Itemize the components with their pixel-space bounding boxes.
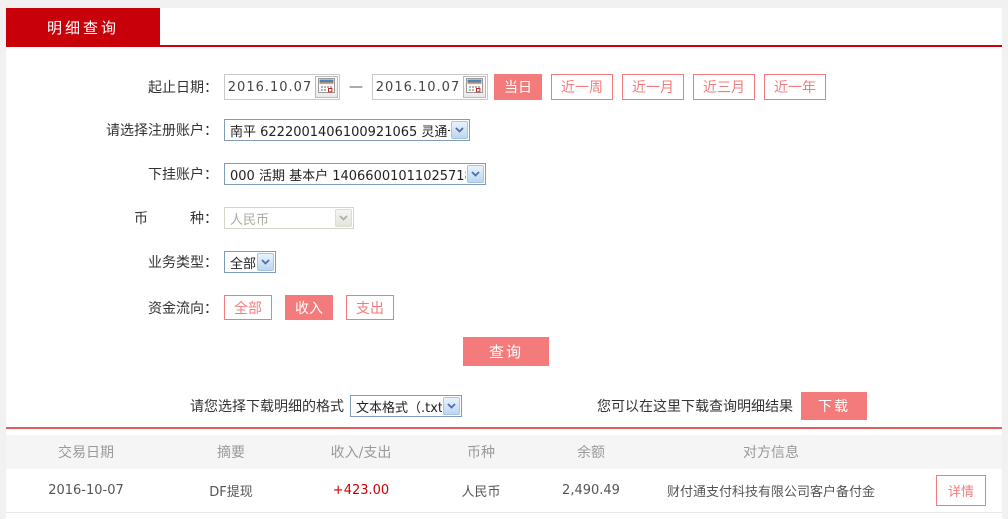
quick-range-year-button[interactable]: 近一年 bbox=[764, 74, 826, 100]
start-date-value[interactable]: 2016.10.07 bbox=[225, 80, 315, 95]
header-date: 交易日期 bbox=[58, 445, 114, 461]
table-top-divider bbox=[6, 427, 1002, 429]
sub-account-row: 下挂账户： 000 活期 基本户 1406600101102571848 bbox=[6, 163, 486, 185]
fund-flow-row: 资金流向： 全部 收入 支出 bbox=[6, 295, 394, 320]
date-range-row: 起止日期： 2016.10.07 — 2016.10.07 当日 近一周 近一月… bbox=[6, 74, 826, 100]
chevron-down-icon bbox=[451, 121, 468, 139]
tab-underline bbox=[6, 45, 1002, 47]
fund-flow-expense-button[interactable]: 支出 bbox=[346, 295, 394, 320]
end-date-value[interactable]: 2016.10.07 bbox=[373, 80, 463, 95]
calendar-icon bbox=[318, 77, 335, 97]
registered-account-select[interactable]: 南平 6222001406100921065 灵通卡 bbox=[224, 119, 470, 141]
download-format-select[interactable]: 文本格式（.txt） bbox=[350, 395, 462, 417]
sub-account-select[interactable]: 000 活期 基本户 1406600101102571848 bbox=[224, 163, 486, 185]
registered-account-label: 请选择注册账户： bbox=[106, 123, 218, 139]
quick-range-month-button[interactable]: 近一月 bbox=[622, 74, 684, 100]
calendar-icon bbox=[466, 77, 483, 97]
chevron-down-icon bbox=[335, 209, 352, 227]
fund-flow-income-button[interactable]: 收入 bbox=[285, 295, 333, 320]
header-currency: 币种 bbox=[467, 445, 495, 461]
fund-flow-all-button[interactable]: 全部 bbox=[224, 295, 272, 320]
end-date-input[interactable]: 2016.10.07 bbox=[372, 74, 488, 100]
header-amount: 收入/支出 bbox=[330, 445, 392, 461]
registered-account-value: 南平 6222001406100921065 灵通卡 bbox=[230, 124, 450, 140]
table-row: 2016-10-07 DF提现 +423.00 人民币 2,490.49 财付通… bbox=[6, 469, 1002, 513]
sub-account-label: 下挂账户： bbox=[148, 167, 218, 183]
business-type-value: 全部 bbox=[230, 256, 256, 272]
table-header-row: 交易日期 摘要 收入/支出 币种 余额 对方信息 bbox=[6, 435, 1002, 469]
download-row: 请您选择下载明细的格式 文本格式（.txt） 您可以在这里下载查询明细结果 下载 bbox=[190, 392, 867, 420]
currency-value: 人民币 bbox=[230, 212, 270, 228]
cell-summary: DF提现 bbox=[209, 485, 253, 500]
quick-range-today-button[interactable]: 当日 bbox=[494, 74, 542, 100]
sub-account-value: 000 活期 基本户 1406600101102571848 bbox=[230, 168, 466, 184]
fund-flow-label: 资金流向： bbox=[148, 300, 218, 317]
cell-date: 2016-10-07 bbox=[48, 483, 124, 498]
registered-account-row: 请选择注册账户： 南平 6222001406100921065 灵通卡 bbox=[6, 119, 470, 141]
date-separator: — bbox=[349, 79, 363, 95]
download-format-label: 请您选择下载明细的格式 bbox=[190, 399, 344, 415]
cell-balance: 2,490.49 bbox=[562, 483, 620, 498]
query-button[interactable]: 查询 bbox=[463, 337, 549, 366]
cell-currency: 人民币 bbox=[461, 485, 501, 500]
download-format-value: 文本格式（.txt） bbox=[356, 400, 442, 416]
end-date-calendar-button[interactable] bbox=[463, 76, 486, 98]
chevron-down-icon bbox=[467, 165, 484, 183]
currency-label: 币 种： bbox=[134, 211, 218, 227]
business-type-row: 业务类型： 全部 bbox=[6, 251, 276, 273]
date-range-label: 起止日期： bbox=[148, 80, 218, 96]
start-date-input[interactable]: 2016.10.07 bbox=[224, 74, 340, 100]
header-counterparty: 对方信息 bbox=[743, 445, 799, 461]
start-date-calendar-button[interactable] bbox=[315, 76, 338, 98]
currency-row: 币 种： 人民币 bbox=[6, 207, 354, 229]
download-button[interactable]: 下载 bbox=[801, 392, 867, 420]
chevron-down-icon bbox=[443, 397, 460, 415]
detail-button[interactable]: 详情 bbox=[935, 475, 986, 506]
cell-amount: +423.00 bbox=[332, 483, 390, 498]
currency-select: 人民币 bbox=[224, 207, 354, 229]
header-summary: 摘要 bbox=[217, 445, 245, 461]
business-type-label: 业务类型： bbox=[148, 255, 218, 271]
tab-detail-query[interactable]: 明细查询 bbox=[6, 8, 160, 47]
quick-range-week-button[interactable]: 近一周 bbox=[551, 74, 613, 100]
quick-range-3months-button[interactable]: 近三月 bbox=[693, 74, 755, 100]
business-type-select[interactable]: 全部 bbox=[224, 251, 276, 273]
cell-counterparty: 财付通支付科技有限公司客户备付金 bbox=[666, 485, 875, 500]
content-panel: 明细查询 起止日期： 2016.10.07 — 2016.10.07 当日 近一… bbox=[6, 8, 1002, 519]
header-balance: 余额 bbox=[577, 445, 605, 461]
chevron-down-icon bbox=[257, 253, 274, 271]
download-hint-text: 您可以在这里下载查询明细结果 bbox=[597, 399, 793, 415]
